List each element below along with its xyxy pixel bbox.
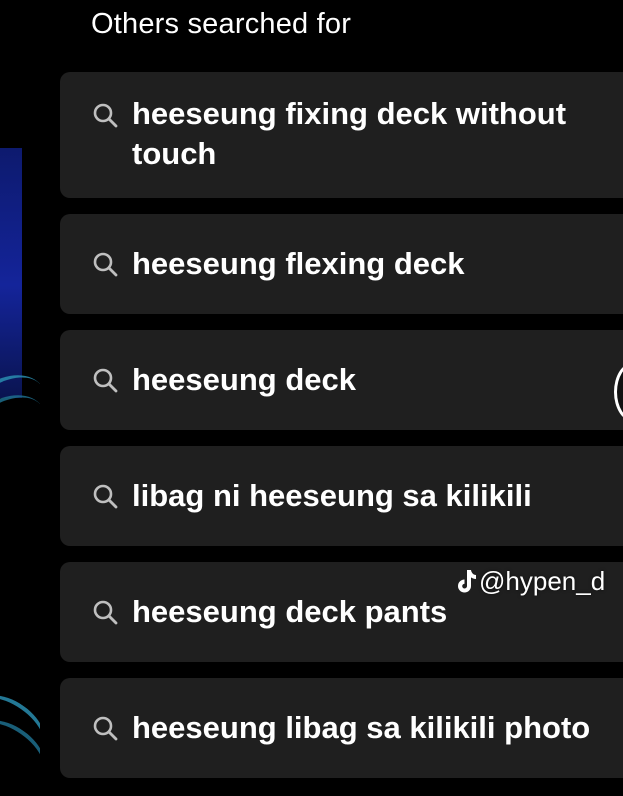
others-searched-panel: Others searched for heeseung fixing deck… [0, 0, 623, 796]
suggestion-label: heeseung deck pants [132, 594, 448, 629]
suggestion-label: libag ni heeseung sa kilikili [132, 478, 532, 513]
search-icon [93, 368, 118, 393]
suggestion-label: heeseung flexing deck [132, 246, 465, 281]
tiktok-watermark: @hypen_d [455, 565, 605, 597]
suggestion-label: heeseung fixing deck without touch [132, 96, 567, 171]
suggestion-item[interactable]: heeseung flexing deck [60, 214, 623, 314]
section-heading: Others searched for [91, 8, 352, 40]
suggestion-item[interactable]: heeseung libag sa kilikili photo [60, 678, 623, 778]
background-panel [0, 148, 22, 398]
suggestion-item[interactable]: heeseung fixing deck without touch [60, 72, 623, 198]
watermark-handle: @hypen_d [479, 566, 606, 596]
suggestion-item[interactable]: heeseung deck [60, 330, 623, 430]
search-icon [93, 103, 118, 128]
background-video-strip [0, 0, 40, 796]
tiktok-note-icon [458, 570, 476, 593]
search-icon [93, 716, 118, 741]
search-icon [93, 600, 118, 625]
search-icon [93, 252, 118, 277]
search-icon [93, 484, 118, 509]
suggestion-label: heeseung libag sa kilikili photo [132, 710, 591, 745]
suggestion-item[interactable]: libag ni heeseung sa kilikili [60, 446, 623, 546]
suggestion-label: heeseung deck [132, 362, 356, 397]
